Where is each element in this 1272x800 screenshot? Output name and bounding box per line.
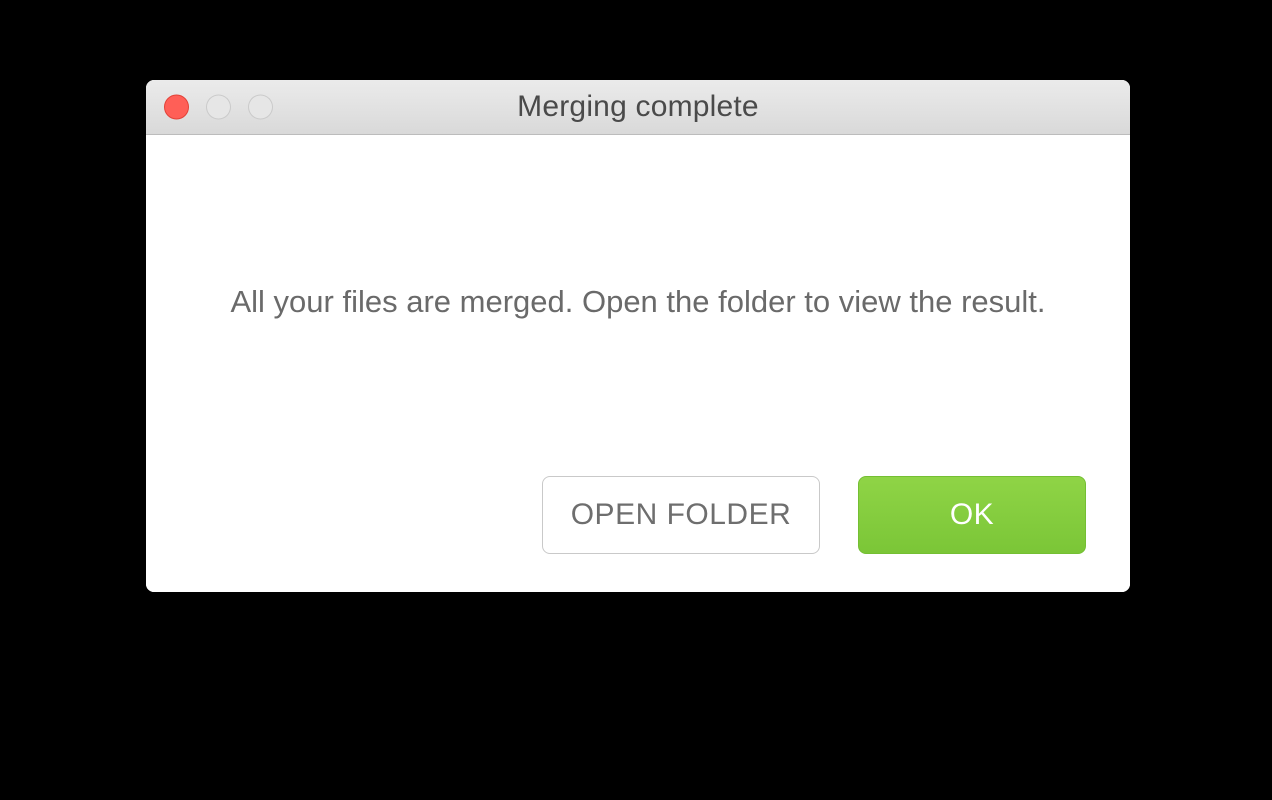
minimize-icon — [206, 95, 231, 120]
close-icon[interactable] — [164, 95, 189, 120]
window-controls — [164, 95, 273, 120]
titlebar: Merging complete — [146, 80, 1130, 135]
ok-button[interactable]: OK — [858, 476, 1086, 554]
dialog-content: All your files are merged. Open the fold… — [146, 135, 1130, 592]
window-title: Merging complete — [517, 90, 759, 124]
button-row: OPEN FOLDER OK — [186, 476, 1090, 554]
maximize-icon — [248, 95, 273, 120]
open-folder-button[interactable]: OPEN FOLDER — [542, 476, 820, 554]
dialog-window: Merging complete All your files are merg… — [146, 80, 1130, 592]
dialog-message: All your files are merged. Open the fold… — [230, 281, 1045, 323]
message-area: All your files are merged. Open the fold… — [186, 135, 1090, 476]
